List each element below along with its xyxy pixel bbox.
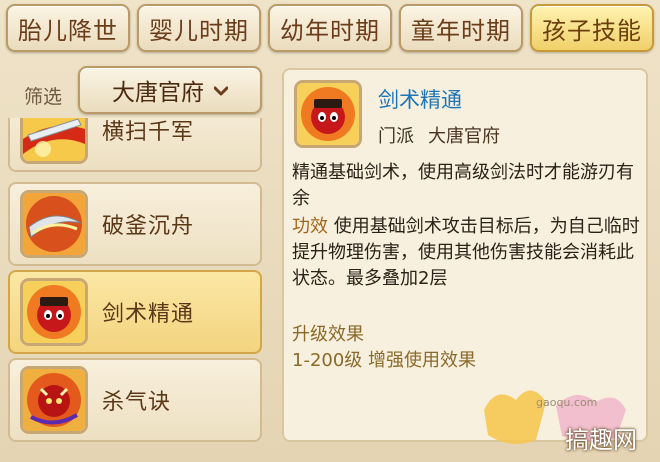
tab-child-skills[interactable]: 孩子技能 [530,4,654,52]
tab-fetal[interactable]: 胎儿降世 [6,4,130,52]
tab-childhood[interactable]: 童年时期 [399,4,523,52]
sword-slash-icon [20,118,88,164]
upgrade-title: 升级效果 [292,324,364,345]
detail-description: 精通基础剑术，使用高级剑法时才能游刃有余 [292,162,634,209]
tab-young[interactable]: 幼年时期 [268,4,392,52]
skill-item-pofu[interactable]: 破釜沉舟 [8,182,262,266]
red-demon-icon [20,366,88,434]
tab-infant[interactable]: 婴儿时期 [137,4,261,52]
skill-name: 横扫千军 [102,120,195,145]
chevron-down-icon [214,86,228,96]
school-label: 门派 [378,126,414,147]
skill-list-panel: 筛选 大唐官府 横扫千军 破釜沉舟 剑术精通 杀气诀 [6,62,266,458]
effect-text: 使用基础剑术攻击目标后，为自己临时提升物理伤害，使用其他伤害技能会消耗此状态。最… [292,216,640,289]
watermark-brand: 搞趣网 [565,426,637,454]
detail-school: 门派 大唐官府 [378,122,500,148]
skill-item-jianshu[interactable]: 剑术精通 [8,270,262,354]
filter-dropdown[interactable]: 大唐官府 [78,66,262,114]
skill-item-shaqi[interactable]: 杀气诀 [8,358,262,442]
detail-skill-name: 剑术精通 [378,88,462,112]
effect-label: 功效 [292,216,328,237]
upgrade-text: 1-200级 增强使用效果 [292,350,477,371]
skill-name: 杀气诀 [102,390,172,415]
filter-selected-value: 大唐官府 [112,80,204,106]
skill-window: 胎儿降世 婴儿时期 幼年时期 童年时期 孩子技能 筛选 大唐官府 横扫千军 破釜… [0,0,660,462]
skill-list[interactable]: 横扫千军 破釜沉舟 剑术精通 杀气诀 [6,118,266,458]
detail-effect: 功效 使用基础剑术攻击目标后，为自己临时提升物理伤害，使用其他伤害技能会消耗此状… [292,214,644,292]
school-value: 大唐官府 [428,126,500,147]
skill-item-hengsao[interactable]: 横扫千军 [8,118,262,172]
swordsman-face-icon [294,80,362,148]
skill-name: 剑术精通 [102,302,195,327]
watermark-site: gaoqu.com [536,396,598,409]
blade-wave-icon [20,190,88,258]
skill-name: 破釜沉舟 [102,214,195,239]
tab-bar: 胎儿降世 婴儿时期 幼年时期 童年时期 孩子技能 [6,4,656,56]
filter-label: 筛选 [24,86,63,108]
swordsman-face-icon [20,278,88,346]
